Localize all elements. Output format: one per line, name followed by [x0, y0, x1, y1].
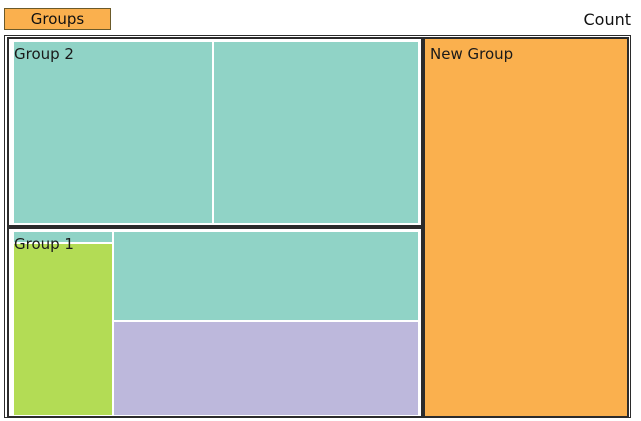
group-2-cell-1[interactable]: [13, 41, 213, 224]
treemap-view: Groups Count Group 2 Group 1 New Group: [0, 0, 641, 421]
group-1-cell-lavender[interactable]: [113, 321, 419, 416]
new-group[interactable]: New Group: [423, 37, 629, 418]
new-group-label: New Group: [430, 45, 514, 63]
group-1-cell-teal[interactable]: [113, 231, 419, 321]
count-label: Count: [583, 10, 631, 29]
group-1-cell-green[interactable]: [13, 243, 113, 416]
groups-button[interactable]: Groups: [4, 8, 111, 30]
group-1[interactable]: Group 1: [7, 227, 423, 418]
group-2[interactable]: Group 2: [7, 37, 423, 227]
group-2-label: Group 2: [14, 45, 74, 63]
group-2-cell-2[interactable]: [213, 41, 419, 224]
group-1-label: Group 1: [14, 235, 74, 253]
treemap: Group 2 Group 1 New Group: [4, 35, 631, 418]
